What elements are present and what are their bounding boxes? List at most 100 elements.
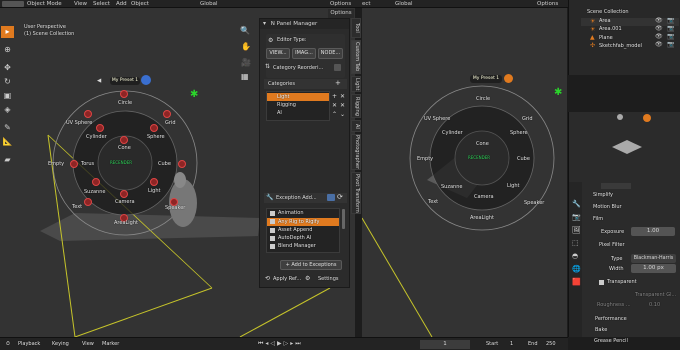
pie-dot-light[interactable] — [150, 178, 158, 186]
end-value[interactable]: 250 — [546, 341, 556, 347]
preview-sphere-icon[interactable] — [617, 114, 623, 120]
camera-view-icon[interactable]: 🎥 — [241, 58, 251, 67]
pie-item-cone[interactable]: Cone — [118, 145, 131, 151]
editor-type-button[interactable] — [2, 1, 24, 7]
tab-light[interactable]: Light — [351, 76, 361, 92]
transparent-glass-label[interactable]: Transparent Gl... — [635, 292, 676, 298]
exception-check-animation[interactable] — [270, 211, 275, 216]
camera-restrict-icon[interactable]: 📷 📷 📷 📷 — [667, 17, 674, 49]
outliner-area001[interactable]: Area.001 — [599, 26, 622, 32]
pie-item-cone-2[interactable]: Cone — [476, 141, 489, 147]
exception-check-asset[interactable] — [270, 228, 275, 233]
preset-blue-icon[interactable] — [141, 75, 151, 85]
pie-dot-circle[interactable] — [120, 90, 128, 98]
pie-dot-camera[interactable] — [120, 190, 128, 198]
n-panel-collapse-icon[interactable]: ▾ — [263, 20, 266, 27]
image-button[interactable]: IMAG... — [292, 48, 316, 59]
rotate-tool[interactable]: ↻ — [1, 76, 14, 88]
n-panel-options[interactable]: Options — [328, 9, 354, 18]
section-simplify[interactable]: Simplify — [593, 192, 613, 198]
playback-controls[interactable]: ⏮◂◁▶▷▸⏭ — [258, 340, 303, 348]
transform-tool[interactable]: ◈ — [1, 104, 14, 116]
settings-button[interactable]: Settings — [318, 276, 339, 282]
preset-orange-icon[interactable] — [504, 74, 513, 83]
outliner-area[interactable]: Area — [599, 18, 611, 24]
pie-item-sphere-2[interactable]: Sphere — [510, 130, 528, 136]
pie-item-grid-2[interactable]: Grid — [522, 116, 533, 122]
pie-item-light-2[interactable]: Light — [507, 183, 519, 189]
gear-icon[interactable]: ✱ — [190, 90, 200, 100]
pie-item-cylinder-2[interactable]: Cylinder — [442, 130, 463, 136]
pan-hand-icon[interactable]: ✋ — [241, 42, 251, 51]
pie-item-text[interactable]: Text — [72, 204, 82, 210]
tab-custom[interactable]: Custom Tab — [351, 40, 361, 74]
outliner-sketchfab[interactable]: Sketchfab_model — [599, 43, 642, 49]
select-box-tool[interactable]: ▸ — [1, 26, 14, 38]
timeline-keying[interactable]: Keying — [52, 341, 69, 347]
pie-item-cube[interactable]: Cube — [158, 161, 171, 167]
pie-item-circle-2[interactable]: Circle — [476, 96, 490, 102]
mode-select[interactable]: Object Mode — [27, 0, 62, 8]
pie-dot-uvsphere[interactable] — [84, 110, 92, 118]
pie-item-empty[interactable]: Empty — [48, 161, 64, 167]
eye-icon[interactable]: 👁 👁 👁 👁 — [655, 17, 663, 49]
pie-dot-grid[interactable] — [163, 110, 171, 118]
pie-item-circle[interactable]: Circle — [118, 100, 132, 106]
pie-item-suzanne-2[interactable]: Suzanne — [441, 184, 462, 190]
tab-tool[interactable]: Tool — [351, 18, 361, 38]
pie-item-arealight-2[interactable]: AreaLight — [470, 215, 494, 221]
pie-item-suzanne[interactable]: Suzanne — [84, 189, 105, 195]
pixel-filter-label[interactable]: Pixel Filter — [599, 242, 625, 248]
pie-dot-cube[interactable] — [178, 160, 186, 168]
exception-check-blend[interactable] — [270, 244, 275, 249]
pie-dot-suzanne[interactable] — [92, 178, 100, 186]
options-menu-2[interactable]: Options — [537, 0, 558, 8]
properties-search[interactable] — [601, 183, 631, 189]
measure-tool[interactable]: 📐 — [1, 136, 14, 148]
pie-item-light[interactable]: Light — [148, 188, 160, 194]
transform-orientation[interactable]: Global — [200, 0, 218, 8]
timeline-marker[interactable]: Marker — [102, 341, 119, 347]
apply-ref-button[interactable]: Apply Ref... — [273, 276, 301, 282]
pie-item-cylinder[interactable]: Cylinder — [86, 134, 107, 140]
preset-label-2[interactable]: My Preset 1 — [470, 75, 502, 83]
outliner-plane[interactable]: Plane — [599, 35, 613, 41]
outliner-scene-collection[interactable]: Scene Collection — [587, 9, 629, 15]
preset-label[interactable]: My Preset 1 — [110, 77, 140, 85]
category-ai-label[interactable]: AI — [277, 110, 282, 116]
pie-item-text-2[interactable]: Text — [428, 199, 438, 205]
preview-active-icon[interactable] — [643, 114, 651, 122]
pie-dot-cone[interactable] — [120, 136, 128, 144]
pie-dot-cylinder[interactable] — [96, 124, 104, 132]
exception-asset[interactable]: Asset Append — [278, 227, 312, 233]
pie-item-speaker[interactable]: Speaker — [165, 205, 185, 211]
tab-ai[interactable]: AI — [351, 120, 361, 132]
pie-item-arealight[interactable]: AreaLight — [114, 220, 138, 226]
category-add-remove[interactable]: + ✕ ⌃ — [332, 92, 337, 119]
category-move-buttons[interactable]: ✕ ✕ ⌄ — [340, 92, 345, 119]
menu-add[interactable]: Add — [116, 0, 127, 8]
pie-item-grid[interactable]: Grid — [165, 120, 176, 126]
pie-item-speaker-2[interactable]: Speaker — [524, 200, 544, 206]
outliner-row-area[interactable] — [581, 18, 679, 26]
pie-item-torus[interactable]: Torus — [81, 161, 94, 167]
zoom-icon[interactable]: 🔍 — [240, 26, 250, 35]
exception-toggle-icon[interactable] — [327, 194, 335, 201]
menu-object[interactable]: Object — [131, 0, 149, 8]
gear-icon-2[interactable]: ✱ — [554, 88, 564, 98]
annotate-tool[interactable]: ✎ — [1, 122, 14, 134]
pie-item-camera-2[interactable]: Camera — [474, 194, 494, 200]
pie-left-arrow-icon[interactable]: ◀ — [97, 78, 102, 84]
view-button[interactable]: VIEW... — [266, 48, 290, 59]
timeline-playback[interactable]: Playback — [18, 341, 40, 347]
start-value[interactable]: 1 — [510, 341, 513, 347]
tab-pivot[interactable]: Pivot Transform — [351, 172, 361, 214]
tab-photographer[interactable]: Photographer — [351, 134, 361, 170]
node-button[interactable]: NODE... — [318, 48, 343, 59]
transform-orientation-2[interactable]: Global — [395, 0, 413, 8]
property-tab-icons[interactable]: 🔧 📷 🖼 ⬚ ◓ 🌐 🟥 — [572, 198, 581, 289]
exposure-field[interactable]: 1.00 — [631, 227, 675, 236]
exception-animation[interactable]: Animation — [278, 210, 304, 216]
section-performance[interactable]: Performance — [595, 316, 627, 322]
category-reorder-label[interactable]: Category Reorderi... — [273, 65, 323, 71]
